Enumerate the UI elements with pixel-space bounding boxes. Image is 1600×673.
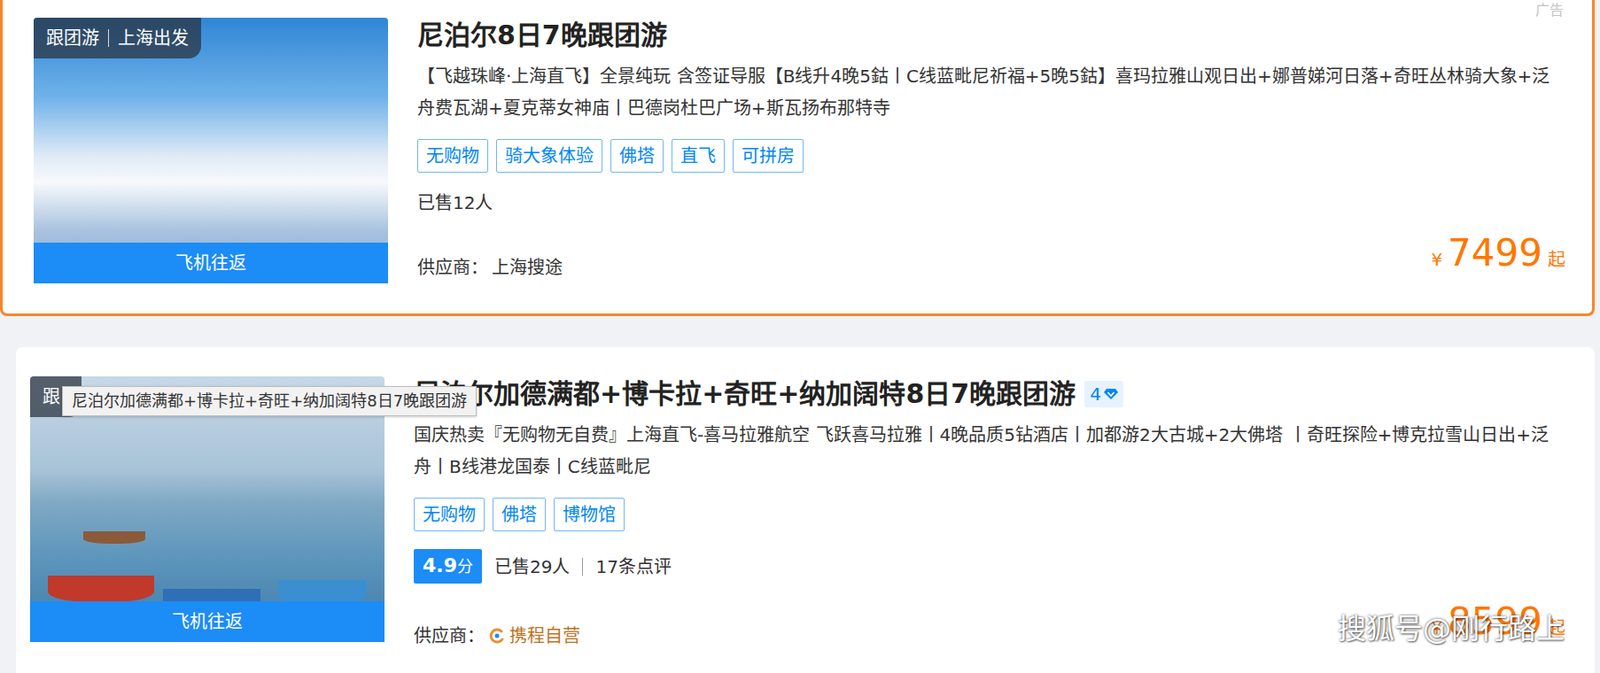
product-title[interactable]: 尼泊尔加德满都+博卡拉+奇旺+纳加阔特8日7晚跟团游 4 xyxy=(413,376,1566,412)
departure-city: 上海出发 xyxy=(117,26,189,50)
diamond-icon xyxy=(1103,388,1119,401)
ad-label: 广告 xyxy=(1535,0,1564,22)
sales-row: 4.9分已售29人 17条点评 xyxy=(413,549,1566,584)
currency-symbol: ¥ xyxy=(1430,239,1443,280)
trip-type: 跟团游 xyxy=(46,26,100,50)
rating-score: 4.9 xyxy=(422,549,458,583)
supplier-name[interactable]: 携程自营 xyxy=(509,623,581,649)
product-description: 【飞越珠峰·上海直飞】全景纯玩 含签证导服【B线升4晚5鈷丨C线蓝毗尼祈福+5晚… xyxy=(417,60,1566,125)
product-info: 尼泊尔加德满都+博卡拉+奇旺+纳加阔特8日7晚跟团游 4 国庆热卖『无购物无自费』上… xyxy=(413,376,1566,649)
supplier-price-row: 供应商：上海搜途 ¥7499起 xyxy=(417,233,1566,280)
tag-list: 无购物佛塔博物馆 xyxy=(413,497,1566,532)
sold-count: 已售12人 xyxy=(417,190,493,216)
rating-unit: 分 xyxy=(457,550,474,584)
review-count[interactable]: 17条点评 xyxy=(595,554,671,580)
boat-shape xyxy=(47,575,155,603)
product-description: 国庆热卖『无购物无自费』上海直飞-喜马拉雅航空 飞跃喜马拉雅丨4晚品质5钻酒店丨… xyxy=(413,419,1566,483)
product-info: 尼泊尔8日7晚跟团游【飞越珠峰·上海直飞】全景纯玩 含签证导服【B线升4晚5鈷丨… xyxy=(417,17,1566,284)
feature-tag: 直飞 xyxy=(671,139,725,173)
trip-type: 跟 xyxy=(42,385,61,409)
feature-tag: 可拼房 xyxy=(732,139,804,173)
supplier: 供应商： 携程自营 xyxy=(413,623,581,649)
feature-tag: 佛塔 xyxy=(492,497,546,532)
title-tooltip: 尼泊尔加德满都+博卡拉+奇旺+纳加阔特8日7晚跟团游 xyxy=(62,386,477,417)
label-separator xyxy=(108,29,109,47)
product-card[interactable]: 广告跟团游上海出发飞机往返尼泊尔8日7晚跟团游【飞越珠峰·上海直飞】全景纯玩 含… xyxy=(0,0,1595,317)
price: ¥7499起 xyxy=(1430,233,1566,280)
feature-tag: 佛塔 xyxy=(610,139,664,173)
title-text[interactable]: 尼泊尔加德满都+博卡拉+奇旺+纳加阔特8日7晚跟团游 xyxy=(413,376,1076,412)
feature-tag: 无购物 xyxy=(413,497,485,532)
separator xyxy=(582,558,583,576)
title-text[interactable]: 尼泊尔8日7晚跟团游 xyxy=(417,17,668,54)
boat-shape xyxy=(83,531,146,544)
product-image[interactable]: 跟飞机往返 xyxy=(30,376,385,643)
product-title[interactable]: 尼泊尔8日7晚跟团游 xyxy=(417,17,1566,54)
level-badge: 4 xyxy=(1084,380,1124,408)
supplier: 供应商：上海搜途 xyxy=(417,255,563,280)
tag-list: 无购物骑大象体验佛塔直飞可拼房 xyxy=(417,139,1566,173)
supplier-label: 供应商： xyxy=(413,623,485,649)
price-suffix: 起 xyxy=(1547,239,1566,280)
supplier-label: 供应商： xyxy=(417,255,489,280)
feature-tag: 无购物 xyxy=(417,139,489,173)
image-label: 跟团游上海出发 xyxy=(33,17,202,59)
supplier-name: 上海搜途 xyxy=(491,255,563,280)
results-page: 广告跟团游上海出发飞机往返尼泊尔8日7晚跟团游【飞越珠峰·上海直飞】全景纯玩 含… xyxy=(0,0,1600,673)
price-amount: 7499 xyxy=(1447,233,1543,274)
level-number: 4 xyxy=(1089,376,1102,412)
sold-count: 已售29人 xyxy=(494,554,570,580)
ctrip-logo-icon xyxy=(488,627,506,645)
feature-tag: 博物馆 xyxy=(553,497,625,532)
feature-tag: 骑大象体验 xyxy=(496,139,603,173)
transport-bar: 飞机往返 xyxy=(33,242,389,284)
transport-bar: 飞机往返 xyxy=(30,601,385,643)
watermark: 搜狐号@刚行路上 xyxy=(1337,609,1565,649)
rating-badge: 4.9分 xyxy=(413,549,482,584)
sales-row: 已售12人 xyxy=(417,190,1566,216)
product-image[interactable]: 跟团游上海出发飞机往返 xyxy=(33,17,389,284)
